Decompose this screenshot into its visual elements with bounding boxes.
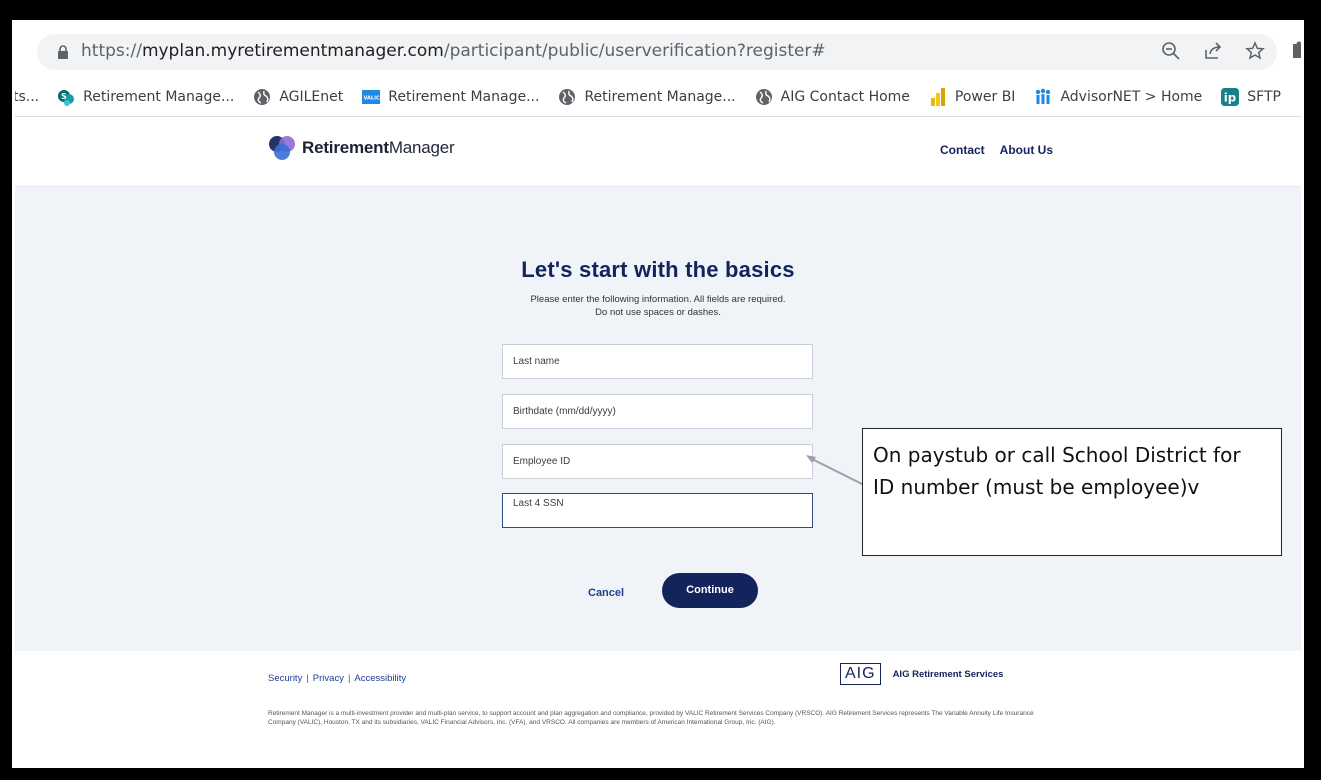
footer-links: Security | Privacy | Accessibility — [268, 673, 406, 684]
last-name-input[interactable]: Last name — [502, 344, 813, 379]
employee-id-placeholder: Employee ID — [513, 456, 571, 467]
bookmark-power-bi[interactable]: Power BI — [929, 87, 1016, 106]
instruction-line-2: Do not use spaces or dashes. — [595, 307, 721, 318]
verification-form-section: Let's start with the basics Please enter… — [15, 187, 1301, 651]
instruction-line-1: Please enter the following information. … — [530, 294, 786, 305]
site-header: RetirementManager Contact About Us — [15, 117, 1301, 187]
address-bar[interactable]: https://myplan.myretirementmanager.com/p… — [37, 34, 1277, 70]
bookmarks-bar: ts... S Retirement Manage... AGILEnet VA… — [15, 77, 1301, 117]
bookmark-label: AdvisorNET > Home — [1060, 88, 1203, 105]
employee-id-input[interactable]: Employee ID — [502, 444, 813, 479]
globe-icon — [755, 88, 773, 106]
sharepoint-icon: S — [57, 88, 75, 106]
page-title: Let's start with the basics — [521, 257, 795, 282]
svg-text:S: S — [61, 92, 67, 101]
bookmark-star-icon[interactable] — [1245, 41, 1265, 61]
browser-window: https://myplan.myretirementmanager.com/p… — [10, 18, 1306, 770]
nav-about-us[interactable]: About Us — [1000, 143, 1053, 157]
bookmark-truncated[interactable]: ts... — [15, 89, 39, 105]
bookmark-advisornet[interactable]: AdvisorNET > Home — [1034, 88, 1202, 106]
footer-link-security[interactable]: Security — [268, 673, 302, 684]
zoom-icon[interactable] — [1161, 41, 1181, 61]
aig-logo: AIG AIG Retirement Services — [840, 663, 1003, 685]
bookmark-aig-contact-home[interactable]: AIG Contact Home — [755, 88, 910, 106]
address-bar-row: https://myplan.myretirementmanager.com/p… — [15, 23, 1301, 77]
form-instructions: Please enter the following information. … — [15, 293, 1301, 319]
globe-icon — [253, 88, 271, 106]
bookmark-sftp[interactable]: ip SFTP — [1221, 87, 1281, 106]
logo-mark-icon — [269, 136, 295, 160]
bookmark-retirement-manager-1[interactable]: S Retirement Manage... — [57, 88, 234, 106]
url-text[interactable]: https://myplan.myretirementmanager.com/p… — [81, 41, 826, 61]
last-4-ssn-placeholder: Last 4 SSN — [513, 498, 564, 509]
footer-disclaimer: Retirement Manager is a multi-investment… — [268, 710, 1034, 726]
footer-link-accessibility[interactable]: Accessibility — [354, 673, 406, 684]
footer-link-separator: | — [306, 673, 309, 684]
aig-retirement-services-text: AIG Retirement Services — [892, 668, 1004, 680]
site-footer: Security | Privacy | Accessibility AIG AIG R… — [15, 651, 1301, 765]
bookmark-agilenet[interactable]: AGILEnet — [253, 88, 343, 106]
url-scheme: https:// — [81, 41, 142, 61]
bookmark-label: AIG Contact Home — [780, 88, 910, 105]
valic-badge: VALIC — [364, 95, 380, 101]
ip-icon: ip — [1221, 87, 1240, 106]
lock-icon[interactable] — [57, 45, 69, 59]
logo-text-bold: Retirement — [302, 138, 389, 157]
bookmark-label: Retirement Manage... — [388, 88, 540, 105]
powerbi-icon — [929, 87, 947, 106]
bookmark-retirement-manager-3[interactable]: Retirement Manage... — [558, 88, 736, 106]
bookmark-label: Power BI — [954, 88, 1016, 105]
continue-button[interactable]: Continue — [662, 573, 758, 608]
aig-logo-box: AIG — [840, 663, 881, 685]
cancel-button[interactable]: Cancel — [588, 587, 624, 599]
birthdate-input[interactable]: Birthdate (mm/dd/yyyy) — [502, 394, 813, 429]
url-path: /participant/public/userverification?reg… — [443, 41, 826, 61]
last-name-placeholder: Last name — [513, 356, 560, 367]
share-icon[interactable] — [1203, 41, 1223, 61]
bookmark-label: AGILEnet — [279, 88, 344, 105]
birthdate-placeholder: Birthdate (mm/dd/yyyy) — [513, 406, 616, 417]
bookmark-label: SFTP — [1247, 88, 1281, 105]
bookmark-label: Retirement Manage... — [83, 88, 235, 105]
advisornet-icon — [1034, 88, 1052, 106]
logo-text-regular: Manager — [388, 138, 455, 157]
valic-icon: VALIC — [362, 88, 381, 106]
globe-icon — [558, 88, 576, 106]
footer-link-privacy[interactable]: Privacy — [313, 673, 344, 684]
last-4-ssn-input[interactable]: Last 4 SSN — [502, 493, 813, 528]
top-nav: Contact About Us — [940, 143, 1053, 157]
ip-badge: ip — [1224, 90, 1236, 104]
nav-contact[interactable]: Contact — [940, 143, 985, 157]
annotation-callout: On paystub or call School District for I… — [862, 428, 1282, 556]
retirement-manager-logo[interactable]: RetirementManager — [268, 135, 455, 161]
url-host: myplan.myretirementmanager.com — [141, 41, 444, 61]
extensions-icon[interactable] — [1291, 41, 1304, 59]
footer-link-separator: | — [347, 673, 351, 684]
bookmark-retirement-manager-2[interactable]: VALIC Retirement Manage... — [362, 88, 539, 106]
bookmark-label: Retirement Manage... — [584, 88, 736, 105]
